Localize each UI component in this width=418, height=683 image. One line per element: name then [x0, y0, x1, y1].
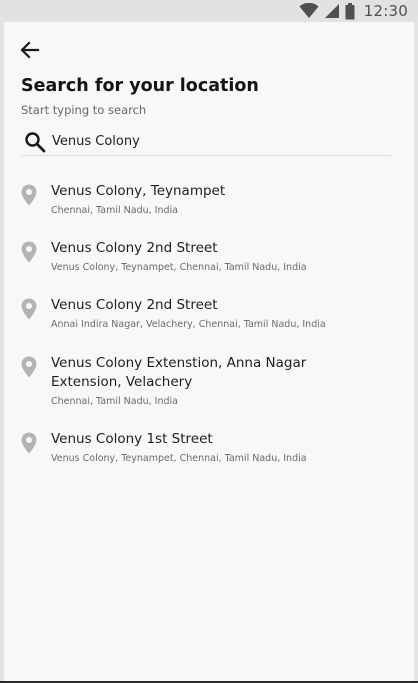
- map-pin-icon: [21, 356, 37, 378]
- map-pin-icon: [21, 184, 37, 206]
- result-subtitle: Venus Colony, Teynampet, Chennai, Tamil …: [51, 262, 307, 273]
- location-search-screen: Search for your location Start typing to…: [4, 22, 414, 681]
- result-subtitle: Venus Colony, Teynampet, Chennai, Tamil …: [51, 453, 307, 464]
- result-title: Venus Colony, Teynampet: [51, 183, 226, 199]
- back-button[interactable]: [18, 38, 42, 62]
- map-pin-icon: [21, 298, 37, 320]
- wifi-icon: [299, 3, 319, 19]
- result-title: Venus Colony 2nd Street: [51, 240, 218, 256]
- result-subtitle: Chennai, Tamil Nadu, India: [51, 396, 178, 407]
- result-title: Venus Colony Extenstion, Anna Nagar Exte…: [51, 355, 307, 390]
- search-bar: [21, 128, 391, 156]
- result-title: Venus Colony 2nd Street: [51, 297, 218, 313]
- status-bar: 12:30: [0, 0, 418, 22]
- status-time: 12:30: [363, 2, 408, 20]
- page-subtitle: Start typing to search: [21, 103, 147, 117]
- status-icons: 12:30: [299, 0, 408, 22]
- result-title: Venus Colony 1st Street: [51, 431, 213, 447]
- search-icon: [24, 131, 46, 153]
- battery-icon: [345, 2, 355, 20]
- right-edge: [414, 22, 418, 681]
- signal-icon: [324, 3, 340, 19]
- result-subtitle: Chennai, Tamil Nadu, India: [51, 205, 178, 216]
- map-pin-icon: [21, 432, 37, 454]
- search-input[interactable]: [52, 130, 382, 152]
- map-pin-icon: [21, 241, 37, 263]
- result-subtitle: Annai Indira Nagar, Velachery, Chennai, …: [51, 319, 326, 330]
- arrow-left-icon: [18, 41, 42, 66]
- page-title: Search for your location: [21, 76, 259, 96]
